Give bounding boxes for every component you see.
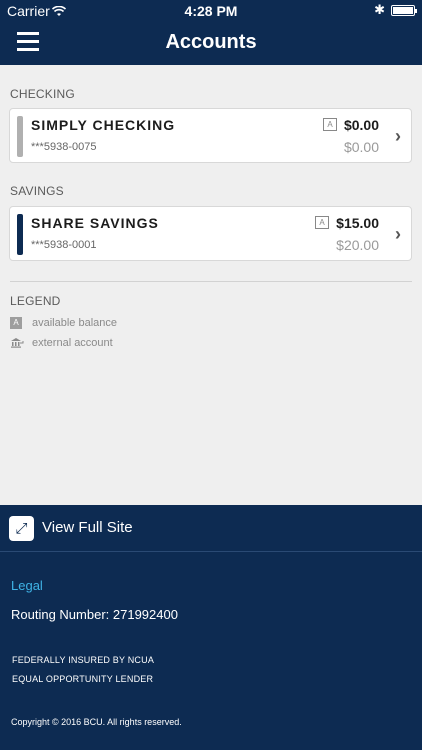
legend-label: available balance xyxy=(32,317,118,329)
legal-link[interactable]: Legal xyxy=(11,578,43,593)
legend-item: external account xyxy=(10,337,113,351)
footer: ⤢ View Full Site Legal Routing Number: 2… xyxy=(0,505,422,750)
current-balance: $0.00 xyxy=(343,139,379,155)
legend-item: A available balance xyxy=(10,317,117,330)
account-card-savings[interactable]: SHARE SAVINGS ***5938-0001 A $15.00 $20.… xyxy=(9,206,412,261)
battery-icon xyxy=(391,5,417,16)
status-bar: Carrier 4:28 PM ✱ xyxy=(0,0,422,22)
copyright: Copyright © 2016 BCU. All rights reserve… xyxy=(11,717,182,727)
view-full-site-button[interactable]: ⤢ View Full Site xyxy=(0,505,422,552)
account-color-bar xyxy=(17,116,23,157)
view-full-site-label: View Full Site xyxy=(42,519,133,536)
legend-label: external account xyxy=(32,337,113,349)
account-color-bar xyxy=(17,214,23,255)
external-account-icon xyxy=(10,337,24,351)
legend-title: LEGEND xyxy=(10,294,61,308)
account-number: ***5938-0001 xyxy=(31,239,97,251)
expand-icon: ⤢ xyxy=(9,516,34,541)
bluetooth-icon: ✱ xyxy=(374,2,385,17)
savings-section-label: SAVINGS xyxy=(10,184,64,198)
page-title: Accounts xyxy=(165,31,257,53)
routing-number: Routing Number: 271992400 xyxy=(11,607,178,622)
chevron-right-icon: › xyxy=(395,126,401,146)
clock: 4:28 PM xyxy=(184,3,238,19)
account-name: SIMPLY CHECKING xyxy=(31,117,176,133)
equal-opportunity-notice: EQUAL OPPORTUNITY LENDER xyxy=(12,674,154,684)
chevron-right-icon: › xyxy=(395,224,401,244)
checking-section-label: CHECKING xyxy=(10,87,75,101)
available-balance-icon: A xyxy=(323,118,337,131)
available-balance-icon: A xyxy=(10,317,22,330)
account-name: SHARE SAVINGS xyxy=(31,215,159,231)
available-balance: $15.00 xyxy=(336,215,379,231)
available-balance: $0.00 xyxy=(343,117,379,133)
nav-bar: Accounts xyxy=(0,22,422,65)
available-balance-icon: A xyxy=(315,216,329,229)
account-card-checking[interactable]: SIMPLY CHECKING ***5938-0075 A $0.00 $0.… xyxy=(9,108,412,163)
divider xyxy=(10,281,412,282)
ncua-notice: FEDERALLY INSURED BY NCUA xyxy=(12,655,155,665)
account-number: ***5938-0075 xyxy=(31,141,97,153)
current-balance: $20.00 xyxy=(336,237,379,253)
